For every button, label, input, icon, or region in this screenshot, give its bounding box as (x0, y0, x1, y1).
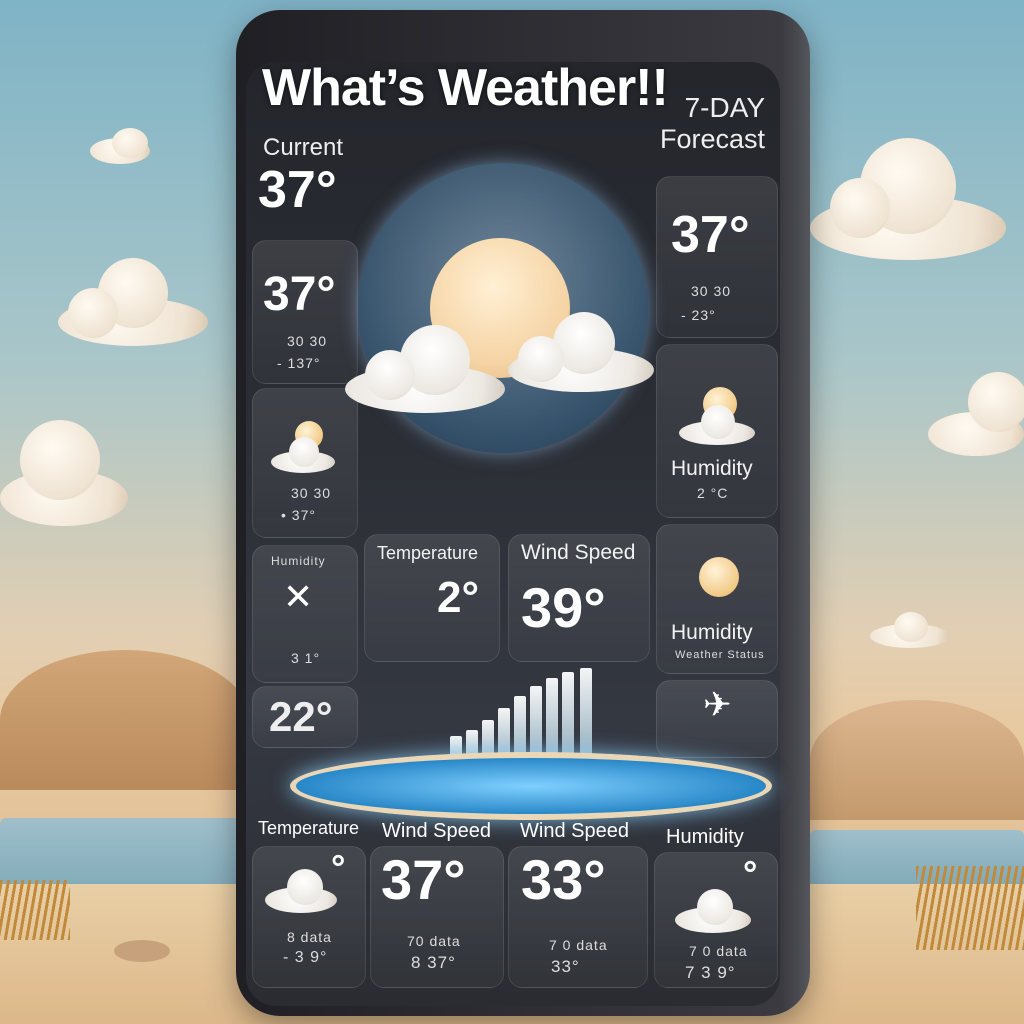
tile-detail: • 37° (281, 507, 316, 523)
sun-icon (699, 557, 739, 597)
card-value: 39° (521, 576, 606, 639)
tile-detail: Humidity (271, 554, 326, 568)
water-pool (290, 752, 772, 820)
card-label: Temperature (377, 543, 479, 563)
bottom-tile-wind-2[interactable]: 33° 7 0 data 33° (508, 846, 648, 988)
cloud-icon (675, 889, 751, 933)
dry-grass (0, 880, 70, 940)
dry-grass (916, 866, 1024, 950)
tile-temperature: 22° (269, 693, 333, 740)
forecast-range: 7-DAY (684, 92, 765, 123)
tile-detail: 3 1° (291, 650, 321, 666)
right-tile-4[interactable]: ✈ (656, 680, 778, 758)
current-temperature: 37° (258, 161, 337, 219)
bottom-tile-wind[interactable]: 37° 70 data 8 37° (370, 846, 504, 988)
sky-cloud (90, 128, 160, 166)
right-tile-1[interactable]: 37° 30 30 - 23° (656, 176, 778, 338)
cloud-icon (265, 869, 337, 913)
cloud-icon (508, 312, 654, 392)
left-tile-3[interactable]: Humidity ✕ 3 1° (252, 545, 358, 683)
sky-cloud (928, 372, 1024, 458)
sky-cloud (58, 258, 208, 348)
wind-turbine-icon: ✈ (703, 686, 732, 724)
sky-cloud (870, 612, 950, 648)
tile-detail: 30 30 (287, 333, 328, 349)
bottom-tile-temperature[interactable]: ° 8 data - 3 9° (252, 846, 366, 988)
tile-detail: 7 3 9° (685, 963, 736, 982)
tile-detail: - 137° (277, 355, 321, 371)
left-tile-4[interactable]: 22° (252, 686, 358, 748)
wind-speed-card[interactable]: Wind Speed 39° (508, 534, 650, 662)
left-tile-1[interactable]: 37° 30 30 - 137° (252, 240, 358, 384)
cloud-icon (345, 320, 505, 415)
bottom-label: Wind Speed (382, 820, 491, 842)
pebble (114, 940, 170, 962)
left-tile-2[interactable]: 30 30 • 37° (252, 388, 358, 538)
tile-detail: 2 °C (697, 485, 729, 501)
cloud-icon (679, 405, 755, 445)
wind-icon: ✕ (283, 576, 314, 617)
bottom-label: Temperature (258, 818, 360, 838)
tile-temperature: 37° (263, 268, 336, 321)
tile-detail: 33° (551, 957, 580, 976)
tile-label: Humidity (671, 621, 753, 644)
sand-dune (0, 650, 250, 790)
tile-detail: 8 data (287, 929, 332, 945)
tile-detail: 7 0 data (689, 943, 748, 959)
cloud-icon (271, 437, 335, 473)
tile-value: 33° (521, 848, 606, 911)
card-value: 2° (437, 573, 480, 622)
temperature-card[interactable]: Temperature 2° (364, 534, 500, 662)
tile-temperature: 37° (671, 206, 750, 264)
tile-detail: 8 37° (411, 953, 456, 972)
tile-detail: - 23° (681, 307, 716, 323)
tile-detail: 70 data (407, 933, 461, 949)
current-label: Current (263, 134, 344, 161)
tile-label: Humidity (671, 457, 753, 480)
bottom-tile-humidity[interactable]: ° 7 0 data 7 3 9° (654, 852, 778, 988)
sky-cloud (810, 138, 1006, 262)
right-tile-2[interactable]: Humidity 2 °C (656, 344, 778, 518)
forecast-label: Forecast (659, 124, 765, 154)
tile-value: 37° (381, 848, 466, 911)
bottom-label: Wind Speed (520, 820, 629, 842)
bottom-label: Humidity (666, 826, 744, 848)
tile-detail: Weather Status (675, 649, 765, 661)
tile-detail: 30 30 (691, 283, 732, 299)
sky-cloud (0, 420, 130, 530)
card-label: Wind Speed (521, 541, 636, 564)
tile-detail: 30 30 (291, 485, 332, 501)
tile-detail: - 3 9° (283, 949, 328, 966)
sand-dune (810, 700, 1024, 820)
right-tile-3[interactable]: Humidity Weather Status (656, 524, 778, 674)
tile-detail: 7 0 data (549, 937, 608, 953)
